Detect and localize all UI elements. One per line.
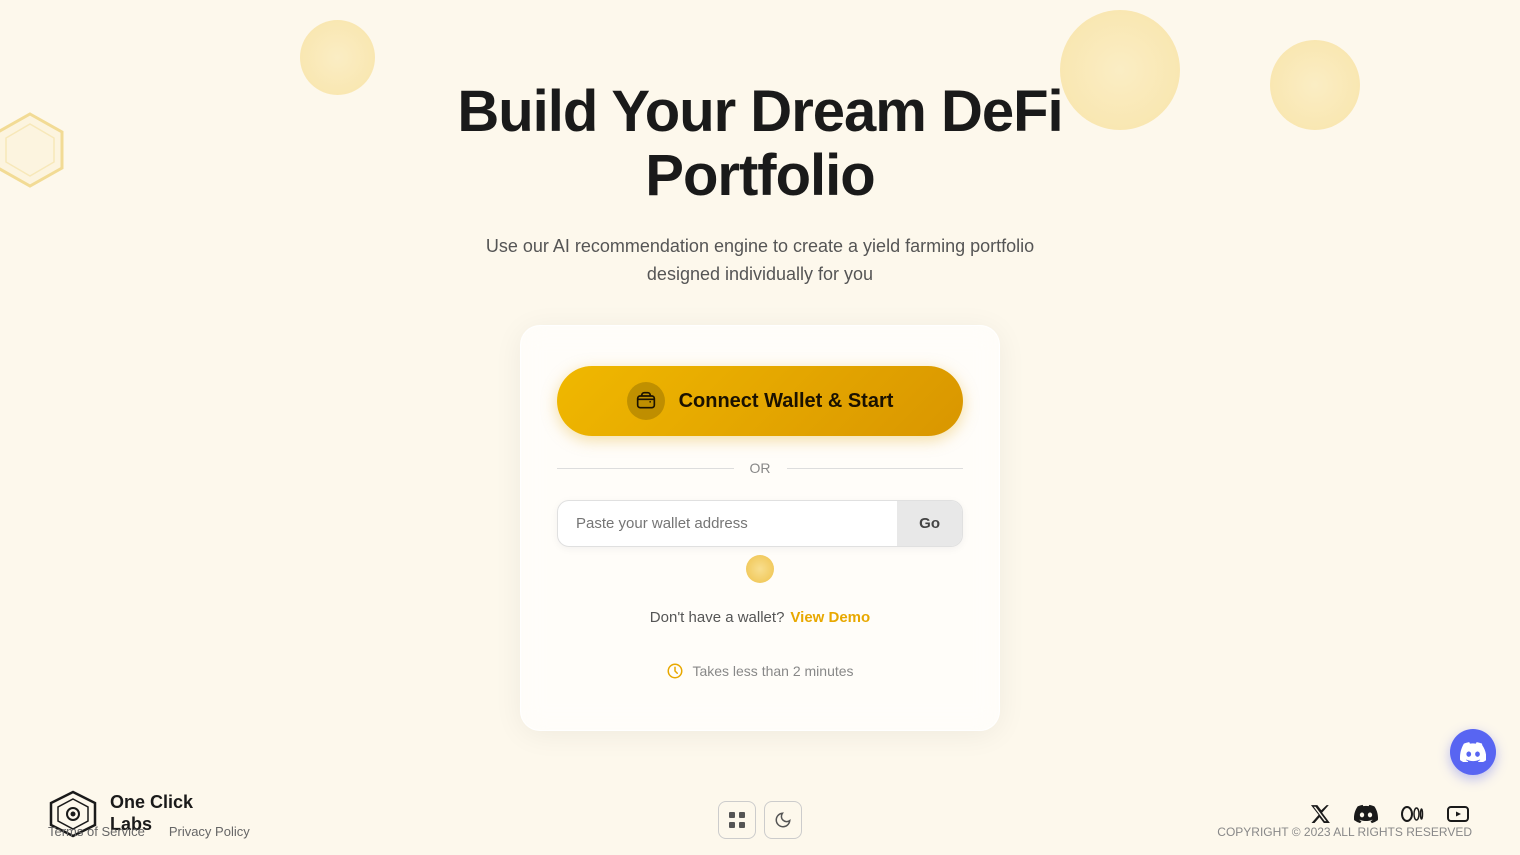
- view-demo-link[interactable]: View Demo: [790, 609, 870, 626]
- main-card: Connect Wallet & Start OR Go Don't have …: [520, 325, 1000, 731]
- discord-icon[interactable]: [1352, 800, 1380, 828]
- discord-fab-button[interactable]: [1450, 729, 1496, 775]
- main-content: Build Your Dream DeFi Portfolio Use our …: [0, 0, 1520, 731]
- divider-line-left: [557, 468, 734, 469]
- wallet-icon: [627, 382, 665, 420]
- twitter-icon[interactable]: [1306, 800, 1334, 828]
- connect-wallet-button[interactable]: Connect Wallet & Start: [557, 366, 963, 436]
- go-button[interactable]: Go: [897, 501, 962, 546]
- terms-link[interactable]: Terms of Service: [48, 824, 145, 839]
- or-text: OR: [750, 460, 771, 476]
- no-wallet-text: Don't have a wallet?: [650, 609, 785, 626]
- no-wallet-row: Don't have a wallet? View Demo: [650, 609, 870, 626]
- hex-decoration: [0, 110, 70, 190]
- time-notice: Takes less than 2 minutes: [666, 662, 853, 680]
- or-divider: OR: [557, 460, 963, 476]
- wallet-input-container: Go: [557, 500, 963, 547]
- theme-toggle-button[interactable]: [764, 801, 802, 839]
- divider-line-right: [787, 468, 964, 469]
- footer-links: Terms of Service Privacy Policy: [48, 824, 250, 839]
- hero-subtitle: Use our AI recommendation engine to crea…: [480, 232, 1040, 290]
- copyright-text: COPYRIGHT © 2023 ALL RIGHTS RESERVED: [1217, 825, 1472, 839]
- footer-center-icons: [718, 801, 802, 839]
- grid-icon-button[interactable]: [718, 801, 756, 839]
- social-icons: [1306, 800, 1472, 828]
- connect-wallet-label: Connect Wallet & Start: [679, 390, 894, 413]
- time-notice-text: Takes less than 2 minutes: [692, 663, 853, 679]
- youtube-icon[interactable]: [1444, 800, 1472, 828]
- deco-circle: [746, 555, 774, 583]
- clock-icon: [666, 662, 684, 680]
- footer: One Click Labs Terms of Service Privacy …: [0, 773, 1520, 855]
- wallet-address-input[interactable]: [558, 501, 897, 546]
- privacy-link[interactable]: Privacy Policy: [169, 824, 250, 839]
- hero-title: Build Your Dream DeFi Portfolio: [360, 80, 1160, 208]
- medium-icon[interactable]: [1398, 800, 1426, 828]
